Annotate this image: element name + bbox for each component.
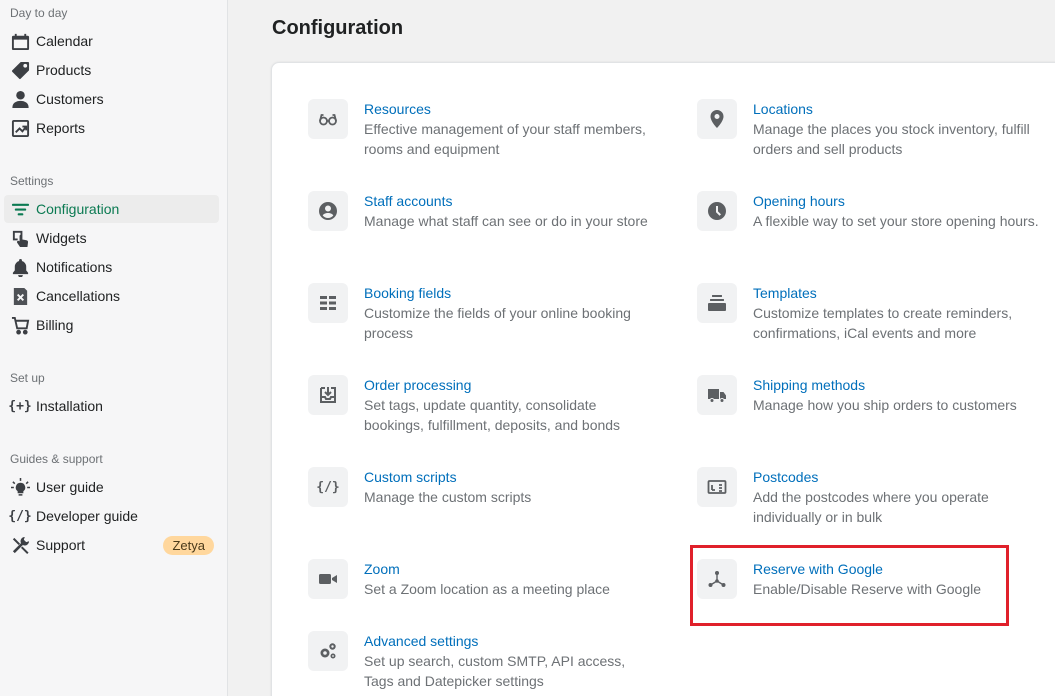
config-desc: Manage the custom scripts [364,489,532,505]
bell-icon [8,255,32,279]
config-item-shipping-methods[interactable]: Shipping methods Manage how you ship ord… [697,375,1047,415]
config-title[interactable]: Staff accounts [364,192,648,210]
config-desc: Manage what staff can see or do in your … [364,213,648,229]
config-desc: Manage the places you stock inventory, f… [753,121,1030,157]
config-item-locations[interactable]: Locations Manage the places you stock in… [697,99,1047,159]
person-icon [8,87,32,111]
config-title[interactable]: Reserve with Google [753,560,981,578]
sidebar-item-label: Products [36,62,92,78]
sidebar-item-calendar[interactable]: Calendar [4,27,219,55]
postcode-icon [697,467,737,507]
glasses-icon [308,99,348,139]
config-item-booking-fields[interactable]: Booking fields Customize the fields of y… [308,283,658,343]
config-item-custom-scripts[interactable]: {/} Custom scripts Manage the custom scr… [308,467,658,507]
sliders-icon [8,197,32,221]
sidebar-item-cancellations[interactable]: Cancellations [4,282,219,310]
config-desc: Set a Zoom location as a meeting place [364,581,610,597]
config-item-order-processing[interactable]: Order processing Set tags, update quanti… [308,375,658,435]
config-desc: Set up search, custom SMTP, API access, … [364,653,626,689]
config-item-staff-accounts[interactable]: Staff accounts Manage what staff can see… [308,191,658,231]
config-title[interactable]: Postcodes [753,468,1047,486]
section-title-guides: Guides & support [10,452,103,466]
config-title[interactable]: Templates [753,284,1047,302]
config-item-reserve-with-google[interactable]: Reserve with Google Enable/Disable Reser… [697,559,1047,599]
sidebar-item-billing[interactable]: Billing [4,311,219,339]
sidebar-item-products[interactable]: Products [4,56,219,84]
inbox-download-icon [308,375,348,415]
config-title[interactable]: Resources [364,100,658,118]
sidebar-item-label: Calendar [36,33,93,49]
video-icon [308,559,348,599]
sidebar-item-label: Billing [36,317,74,333]
config-desc: Customize templates to create reminders,… [753,305,1013,341]
page-title: Configuration [272,17,404,39]
sidebar-item-label: Cancellations [36,288,121,304]
sidebar: Day to day Calendar Products Customers R… [0,0,228,696]
stack-icon [697,283,737,323]
sidebar-item-installation[interactable]: {+} Installation [4,392,219,420]
config-item-postcodes[interactable]: Postcodes Add the postcodes where you op… [697,467,1047,527]
sidebar-item-widgets[interactable]: Widgets [4,224,219,252]
sidebar-item-label: Configuration [36,201,120,217]
clock-icon [697,191,737,231]
location-pin-icon [697,99,737,139]
config-desc: Manage how you ship orders to customers [753,397,1017,413]
gears-icon [308,631,348,671]
calendar-icon [8,29,32,53]
config-item-resources[interactable]: Resources Effective management of your s… [308,99,658,159]
cancel-icon [8,284,32,308]
config-item-templates[interactable]: Templates Customize templates to create … [697,283,1047,343]
sidebar-item-customers[interactable]: Customers [4,85,219,113]
tag-icon [8,58,32,82]
sidebar-item-label: Customers [36,91,104,107]
config-title[interactable]: Opening hours [753,192,1039,210]
install-icon: {+} [8,398,32,414]
config-desc: Customize the fields of your online book… [364,305,631,341]
sidebar-item-label: Support [36,537,86,553]
config-title[interactable]: Zoom [364,560,610,578]
user-badge: Zetya [163,536,214,555]
account-icon [308,191,348,231]
section-title-day-to-day: Day to day [10,6,68,20]
sidebar-item-configuration[interactable]: Configuration [4,195,219,223]
config-title[interactable]: Shipping methods [753,376,1017,394]
config-item-opening-hours[interactable]: Opening hours A flexible way to set your… [697,191,1047,231]
section-title-set-up: Set up [10,371,45,385]
widget-icon [8,226,32,250]
config-desc: Set tags, update quantity, consolidate b… [364,397,621,433]
config-desc: Enable/Disable Reserve with Google [753,581,982,597]
chart-icon [8,116,32,140]
tools-icon [8,533,32,557]
sidebar-item-label: Installation [36,398,103,414]
config-item-zoom[interactable]: Zoom Set a Zoom location as a meeting pl… [308,559,658,599]
section-title-settings: Settings [10,174,54,188]
lightbulb-icon [8,475,32,499]
form-icon [308,283,348,323]
sidebar-item-developer-guide[interactable]: {/} Developer guide [4,502,219,530]
network-icon [697,559,737,599]
config-title[interactable]: Locations [753,100,1047,118]
sidebar-item-label: Reports [36,120,86,136]
sidebar-item-support[interactable]: Support Zetya [4,531,219,559]
config-title[interactable]: Booking fields [364,284,658,302]
config-title[interactable]: Order processing [364,376,658,394]
config-desc: Add the postcodes where you operate indi… [753,489,989,525]
sidebar-item-label: Notifications [36,259,113,275]
truck-icon [697,375,737,415]
sidebar-item-reports[interactable]: Reports [4,114,219,142]
config-desc: Effective management of your staff membe… [364,121,646,157]
config-title[interactable]: Advanced settings [364,632,658,650]
code-icon: {/} [308,467,348,507]
cart-icon [8,313,32,337]
config-desc: A flexible way to set your store opening… [753,213,1039,229]
sidebar-item-notifications[interactable]: Notifications [4,253,219,281]
config-title[interactable]: Custom scripts [364,468,531,486]
sidebar-item-label: User guide [36,479,104,495]
sidebar-item-label: Developer guide [36,508,138,524]
sidebar-item-label: Widgets [36,230,87,246]
sidebar-item-user-guide[interactable]: User guide [4,473,219,501]
code-icon: {/} [8,508,32,524]
config-item-advanced-settings[interactable]: Advanced settings Set up search, custom … [308,631,658,691]
